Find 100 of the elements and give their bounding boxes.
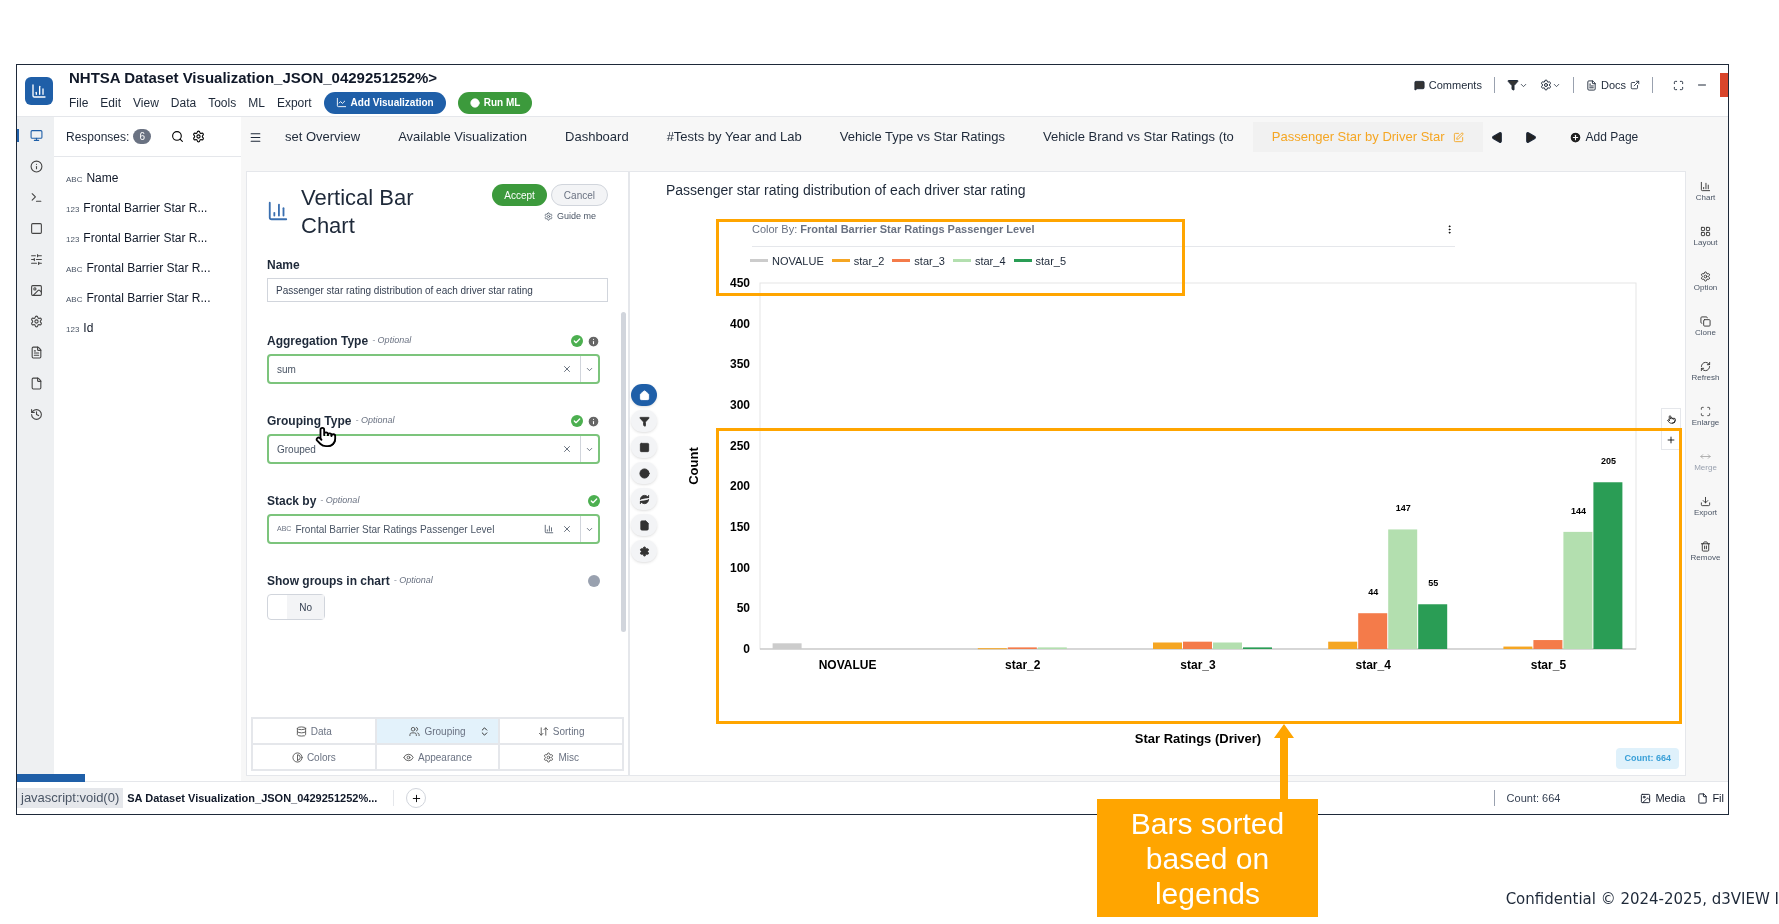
menu-item[interactable]: Tools xyxy=(208,93,237,112)
page-tab[interactable]: Vehicle Brand vs Star Ratings (to xyxy=(1024,122,1253,152)
clear-icon[interactable] xyxy=(562,444,572,454)
monitor-icon xyxy=(30,129,43,142)
color-by-label: Color By: Frontal Barrier Star Ratings Passenger Level xyxy=(752,222,1035,237)
field-item[interactable]: 123 Frontal Barrier Star R... xyxy=(66,229,229,247)
search-icon[interactable] xyxy=(170,130,184,143)
document-icon xyxy=(30,346,43,359)
users-icon xyxy=(409,725,421,737)
field-item[interactable]: ABC Frontal Barrier Star R... xyxy=(66,289,229,307)
legend-item[interactable]: star_2 xyxy=(831,252,885,269)
side-action[interactable]: Enlarge xyxy=(1691,406,1720,429)
callout-note: Bars sorted based on legends xyxy=(1097,799,1318,917)
bar-value-label: 147 xyxy=(1395,503,1411,514)
menu-item[interactable]: Export xyxy=(276,93,312,112)
side-action[interactable]: Option xyxy=(1693,271,1718,294)
pointer-icon xyxy=(1666,414,1676,424)
comments-button[interactable]: Comments xyxy=(1413,76,1482,94)
docs-link[interactable]: Docs xyxy=(1585,76,1640,94)
settings-icon xyxy=(1539,79,1552,91)
filter-dropdown[interactable] xyxy=(1506,79,1528,91)
page-tab[interactable]: Available Visualization xyxy=(379,122,547,152)
side-action[interactable]: Chart xyxy=(1695,181,1716,204)
section-tab[interactable]: Appearance xyxy=(375,744,500,770)
responses-label: Responses: xyxy=(66,128,130,146)
image-icon xyxy=(1640,792,1652,804)
field-item[interactable]: ABC Frontal Barrier Star R... xyxy=(66,259,229,277)
fullscreen-icon[interactable] xyxy=(1673,79,1684,91)
field-label: Grouping Type xyxy=(267,413,352,430)
field-item[interactable]: 123 Id xyxy=(66,319,229,337)
legend-item[interactable]: NOVALUE xyxy=(750,252,824,269)
plus-icon xyxy=(1666,434,1676,445)
page-tab[interactable]: Vehicle Type vs Star Ratings xyxy=(820,122,1025,152)
menu-item[interactable]: Edit xyxy=(100,93,122,112)
page-tab[interactable]: #Tests by Year and Lab xyxy=(647,122,821,152)
add-page-button[interactable]: Add Page xyxy=(1568,128,1639,146)
section-tab[interactable]: Grouping xyxy=(375,718,500,744)
settings-icon xyxy=(638,545,650,557)
y-tick-label: 150 xyxy=(729,520,750,534)
side-action[interactable]: Export xyxy=(1693,496,1718,519)
bar-value-label: 144 xyxy=(1570,505,1586,516)
add-visualization-button[interactable]: Add Visualization xyxy=(323,91,446,114)
home-icon xyxy=(638,389,650,401)
download-icon xyxy=(1700,496,1711,507)
run-ml-button[interactable]: Run ML xyxy=(457,91,533,114)
sheet-tab[interactable]: SA Dataset Visualization_JSON_0429251252%... xyxy=(127,789,395,807)
x-tick-label: star_5 xyxy=(1530,658,1567,672)
settings-icon xyxy=(1700,271,1711,282)
section-tab[interactable]: Data xyxy=(252,718,376,744)
field-label: Aggregation Type xyxy=(267,333,369,350)
app-logo[interactable] xyxy=(25,76,53,105)
x-tick-label: NOVALUE xyxy=(818,658,877,672)
media-button[interactable]: Media xyxy=(1640,789,1686,807)
optional-hint: - Optional xyxy=(320,494,360,508)
settings-dropdown[interactable] xyxy=(1539,79,1561,91)
cancel-button[interactable]: Cancel xyxy=(550,184,608,206)
y-tick-label: 200 xyxy=(729,479,750,494)
select-field[interactable]: Grouped xyxy=(267,434,600,464)
accept-button[interactable]: Accept xyxy=(492,184,547,206)
legend-item[interactable]: star_3 xyxy=(892,252,945,269)
menu-item[interactable]: Data xyxy=(170,93,197,112)
field-label: Stack by xyxy=(267,493,317,510)
clear-icon[interactable] xyxy=(562,364,572,374)
select-field[interactable]: sum xyxy=(267,354,600,384)
filter-icon xyxy=(638,415,650,427)
status-count: Count: 664 xyxy=(1493,789,1561,807)
side-action[interactable]: Remove xyxy=(1690,541,1721,564)
refresh-icon xyxy=(638,493,650,505)
chart-type-title: Vertical Bar Chart xyxy=(301,184,415,240)
menu-icon[interactable] xyxy=(249,130,262,144)
side-action[interactable]: Layout xyxy=(1693,226,1718,249)
toggle-switch[interactable]: No xyxy=(267,594,325,620)
field-item[interactable]: ABC Name xyxy=(66,169,229,187)
clear-icon[interactable] xyxy=(562,524,572,534)
legend-item[interactable]: star_4 xyxy=(952,252,1006,269)
menu-item[interactable]: View xyxy=(133,93,159,112)
file-button[interactable]: Fil xyxy=(1697,789,1724,807)
menu-item[interactable]: File xyxy=(69,93,89,112)
legend-item[interactable]: star_5 xyxy=(1013,252,1067,269)
filter-icon xyxy=(1506,79,1519,91)
section-tab[interactable]: Misc xyxy=(499,744,623,770)
y-tick-label: 50 xyxy=(736,601,750,616)
field-item[interactable]: 123 Frontal Barrier Star R... xyxy=(66,199,229,217)
link-tooltip: javascript:void(0) xyxy=(17,788,124,808)
trash-icon xyxy=(1700,541,1711,552)
page-tab[interactable]: Dashboard xyxy=(546,122,648,152)
previous-arrow-icon[interactable] xyxy=(1490,130,1504,144)
bar-value-label: 205 xyxy=(1600,456,1616,467)
settings-icon[interactable] xyxy=(191,130,205,143)
menu-item[interactable]: ML xyxy=(248,93,265,112)
section-tab[interactable]: Colors xyxy=(252,744,376,770)
plus-icon xyxy=(410,792,422,804)
guide-me-link[interactable]: Guide me xyxy=(543,210,596,224)
side-action[interactable]: Refresh xyxy=(1691,361,1720,384)
next-arrow-icon[interactable] xyxy=(1523,130,1537,144)
side-action[interactable]: Clone xyxy=(1695,316,1716,339)
section-tab[interactable]: Sorting xyxy=(499,718,623,744)
sort-icon xyxy=(537,725,549,737)
page-tab[interactable]: set Overview xyxy=(266,122,380,152)
name-field[interactable]: Passenger star rating distribution of each driver star rating xyxy=(267,278,608,302)
